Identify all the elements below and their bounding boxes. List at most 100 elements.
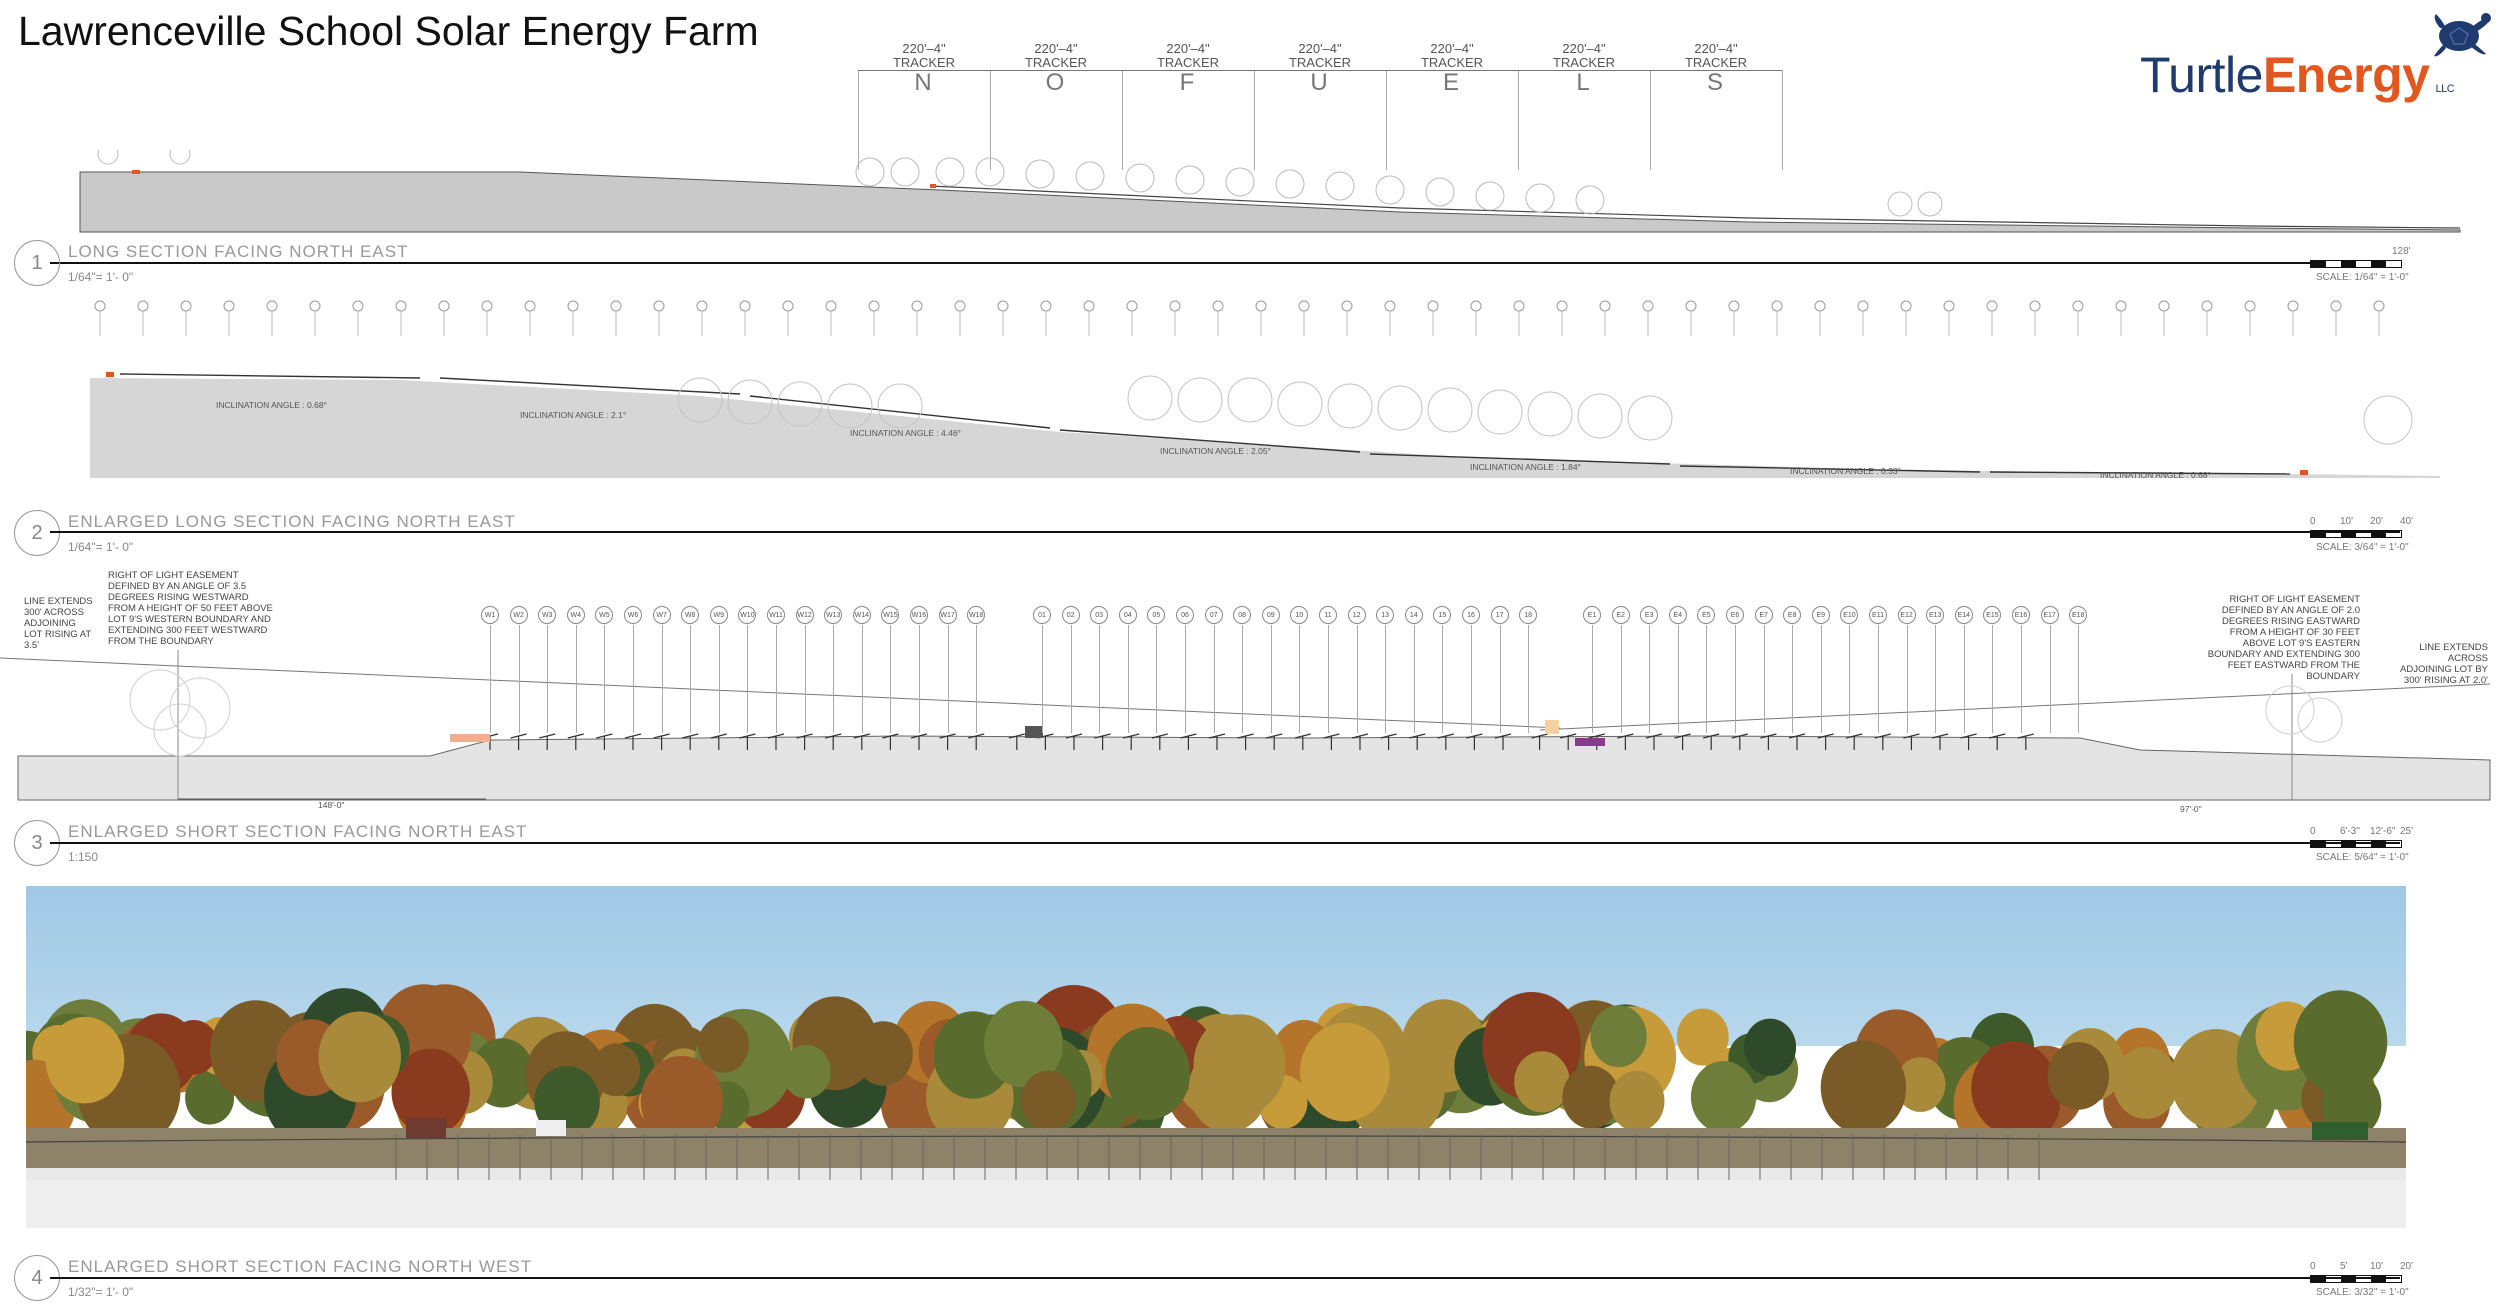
section-scale: 1/64"= 1'- 0" [68,270,134,284]
tracker-label: TRACKER [892,55,956,70]
scale-bar-tick: 20' [2370,516,2384,527]
scale-bar-tick: 10' [2370,1261,2384,1272]
row-leader [575,625,577,733]
section-3-rule [50,842,2400,844]
row-leader [1706,625,1708,733]
section-2-rule [50,531,2400,533]
row-bubble: W9 [709,606,728,624]
tree-canopy [2047,1042,2110,1110]
tracker-label: TRACKER [1156,55,1220,70]
tree-canopy [1744,1018,1797,1076]
row-bubble: W2 [509,606,528,624]
section-number-badge: 2 [14,510,60,556]
row-bubble: 14 [1404,606,1423,624]
row-bubble: 07 [1204,606,1223,624]
row-leader [1299,625,1301,733]
row-bubble: W7 [652,606,671,624]
tree-canopy [781,1044,831,1099]
panorama-illustration [26,886,2406,1180]
row-bubble: 11 [1319,606,1337,624]
row-bubble [2330,300,2342,312]
row-bubble [266,300,278,312]
row-bubble: E2 [1611,606,1630,624]
row-bubble [2287,300,2299,312]
scale-bar-tick: 20' [2400,1261,2414,1272]
row-bubble [1513,300,1525,312]
row-bubble: E4 [1668,606,1687,624]
row-bubble [868,300,880,312]
scale-bar-tick: 0 [2310,1261,2316,1272]
row-bubble [825,300,837,312]
row-bubble [2373,300,2385,312]
inclination-label: INCLINATION ANGLE : 0.68° [216,400,327,410]
row-bubble: 12 [1347,606,1366,624]
row-leader [1935,625,1937,733]
tracker-length: 220'–4" [902,41,946,56]
inclination-label: INCLINATION ANGLE : 2.1° [520,410,627,420]
row-leader [1792,625,1794,733]
tracker-dimension: 220'–4" TRACKER S [1650,42,1782,96]
row-leader [1763,625,1765,733]
row-leader [1185,625,1186,733]
row-leader [718,625,720,733]
tree-canopy [1300,1022,1390,1122]
tracker-label: TRACKER [1024,55,1088,70]
row-bubble [137,300,149,312]
row-bubble: 16 [1462,606,1480,624]
row-leader [1042,625,1043,733]
row-leader [1677,625,1679,733]
row-bubble [1384,300,1396,312]
row-leader [547,625,549,733]
scale-bar-caption: SCALE: 5/64" = 1'-0" [2316,852,2409,863]
row-bubble [94,300,106,312]
row-bubble [395,300,407,312]
row-bubble: W16 [910,606,928,624]
row-bubble: W4 [566,606,585,624]
row-bubble [1685,300,1697,312]
row-bubble [1943,300,1955,312]
left-line-note: LINE EXTENDS 300' ACROSS ADJOINING LOT R… [24,596,93,651]
panorama-photo [26,886,2406,1180]
tree-canopy [1021,1070,1076,1131]
row-bubble: E14 [1954,606,1973,624]
section-scale: 1:150 [68,850,99,864]
row-bubble: 04 [1118,606,1137,624]
row-leader [833,625,835,733]
tracker-length: 220'–4" [1034,41,1078,56]
row-bubble [653,300,665,312]
row-leader [1992,625,1994,733]
row-bubble: 09 [1261,606,1280,624]
row-bubble [739,300,751,312]
row-leader [633,625,634,733]
section-title: ENLARGED SHORT SECTION FACING NORTH WEST [68,1257,533,1276]
row-bubble [1728,300,1740,312]
row-bubble [567,300,579,312]
row-bubble: W17 [938,606,957,624]
section-scale: 1/32"= 1'- 0" [68,1285,134,1299]
row-bubble [1771,300,1783,312]
scale-bar-tick: 12'-6" [2370,826,2396,837]
logo-text-energy: Energy [2262,47,2430,103]
section-title: LONG SECTION FACING NORTH EAST [68,242,409,261]
row-bubble [610,300,622,312]
row-leader [1070,625,1072,733]
row-bubble [309,300,321,312]
tracker-length: 220'–4" [1694,41,1738,56]
row-bubble: W14 [852,606,871,624]
row-bubble [1169,300,1181,312]
left-easement-note: RIGHT OF LIGHT EASEMENT DEFINED BY AN AN… [108,570,273,647]
row-bubble: 06 [1176,606,1194,624]
row-leader [1242,625,1244,733]
tracker-dimension: 220'–4" TRACKER E [1386,42,1518,96]
inclination-label: INCLINATION ANGLE : 1.84° [1470,462,1581,472]
logo-text-llc: LLC [2435,83,2455,95]
row-bubble [1900,300,1912,312]
row-leader [490,625,491,733]
row-leader [1592,625,1593,733]
tracker-label: TRACKER [1420,55,1484,70]
row-leader [1499,625,1501,733]
row-leader [890,625,892,733]
tracker-dimension: 220'–4" TRACKER L [1518,42,1650,96]
scale-bar-tick: 6'-3" [2340,826,2360,837]
row-bubble [2115,300,2127,312]
